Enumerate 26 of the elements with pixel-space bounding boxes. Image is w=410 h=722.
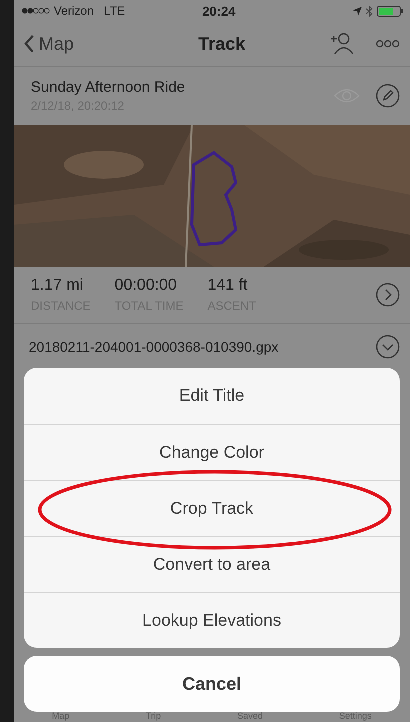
screen-title: Track [197, 34, 247, 54]
bluetooth-icon [366, 6, 373, 16]
stat-value: 1.17 mi [31, 277, 84, 295]
stat-value: 00:00:00 [114, 277, 178, 295]
track-name: Sunday Afternoon Ride [31, 79, 186, 96]
more-icon[interactable] [376, 40, 400, 48]
edit-pencil-icon[interactable] [376, 84, 400, 108]
chevron-right-circle-icon[interactable] [376, 283, 400, 307]
battery-icon [377, 6, 404, 16]
location-icon [353, 6, 362, 16]
menu-option[interactable]: Lookup Elevations [24, 592, 400, 648]
carrier-label: Verizon [54, 4, 94, 18]
menu-option[interactable]: Crop Track [24, 480, 400, 536]
menu-option[interactable]: Edit Title [24, 368, 400, 424]
menu-option[interactable]: Convert to area [24, 536, 400, 592]
chevron-down-circle-icon[interactable] [376, 335, 400, 359]
back-button[interactable]: Map [24, 34, 74, 54]
chevron-left-icon [24, 35, 35, 53]
add-person-icon[interactable] [330, 33, 354, 55]
stat-value: 141 ft [208, 277, 249, 295]
clock-time: 20:24 [201, 4, 237, 18]
cancel-button[interactable]: Cancel [24, 656, 400, 712]
file-name: 20180211-204001-0000368-010390.gpx [29, 339, 280, 355]
signal-icon [22, 8, 50, 14]
menu-option[interactable]: Change Color [24, 424, 400, 480]
network-label: LTE [104, 4, 126, 18]
